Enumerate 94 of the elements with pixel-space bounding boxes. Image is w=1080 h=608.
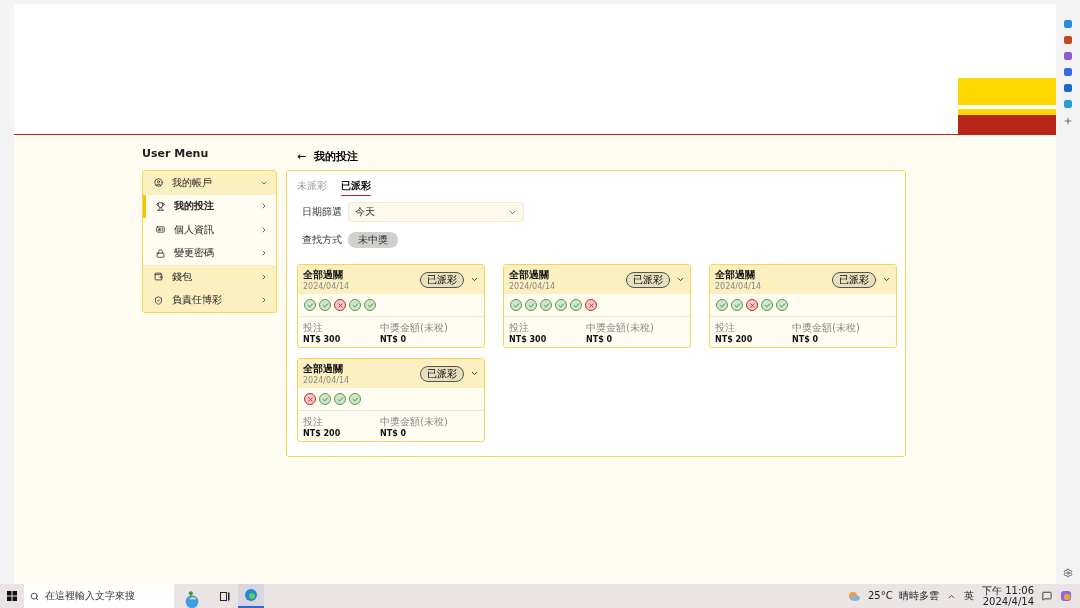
page-title: 我的投注: [314, 148, 359, 164]
bet-title: 全部過關: [509, 268, 550, 282]
win-check-icon: [334, 393, 346, 405]
prize-label: 中獎金額(未稅): [792, 321, 861, 335]
notification-icon[interactable]: [1042, 591, 1052, 601]
win-check-icon: [349, 393, 361, 405]
loss-cross-icon: [746, 299, 758, 311]
chevron-down-icon[interactable]: [470, 275, 479, 284]
bet-title: 全部過關: [715, 268, 756, 282]
chevron-down-icon[interactable]: [470, 369, 479, 378]
win-check-icon: [555, 299, 567, 311]
win-check-icon: [319, 299, 331, 311]
weather-text[interactable]: 25°C 晴時多雲: [867, 589, 939, 603]
chevron-right-icon: [260, 272, 268, 281]
chevron-right-icon: [260, 296, 268, 305]
bet-date: 2024/04/14: [303, 282, 351, 291]
date-select[interactable]: 今天: [348, 202, 524, 222]
prize-amount: NT$ 0: [792, 335, 820, 344]
chevron-down-icon[interactable]: [882, 275, 891, 284]
settings-icon[interactable]: [1063, 568, 1073, 578]
assistant-icon[interactable]: [1060, 590, 1072, 602]
stake-label: 投注: [303, 415, 324, 429]
menu-label: 我的投注: [174, 199, 215, 214]
add-icon[interactable]: [1063, 116, 1073, 126]
weather-icon: [847, 591, 860, 601]
menu-item[interactable]: 我的投注: [143, 194, 276, 218]
stake-amount: NT$ 200: [715, 335, 754, 344]
wallet-icon: [154, 272, 163, 282]
status-badge: 已派彩: [626, 271, 670, 288]
shield-icon: [154, 295, 163, 305]
user-icon: [154, 178, 163, 188]
ime-indicator[interactable]: 英: [964, 589, 974, 603]
clock-time[interactable]: 下午 11:06: [982, 585, 1034, 596]
win-check-icon: [731, 299, 743, 311]
stake-amount: NT$ 300: [303, 335, 342, 344]
menu-label: 我的帳戶: [172, 175, 213, 190]
win-check-icon: [525, 299, 537, 311]
id-card-icon: [156, 225, 165, 235]
clock-date[interactable]: 2024/4/14: [982, 596, 1034, 607]
bet-date: 2024/04/14: [303, 376, 351, 385]
sidebar-title: User Menu: [142, 147, 210, 162]
win-check-icon: [304, 299, 316, 311]
win-check-icon: [510, 299, 522, 311]
win-check-icon: [364, 299, 376, 311]
bet-title: 全部過關: [303, 268, 344, 282]
bet-date: 2024/04/14: [715, 282, 763, 291]
bet-date: 2024/04/14: [509, 282, 557, 291]
menu-label: 變更密碼: [174, 246, 215, 261]
trophy-icon: [156, 201, 165, 211]
filter-chip[interactable]: 未中獎: [348, 232, 398, 248]
prize-label: 中獎金額(未稅): [380, 415, 449, 429]
bet-title: 全部過關: [303, 362, 344, 376]
chevron-right-icon: [260, 249, 268, 258]
chevron-down-icon[interactable]: [676, 275, 685, 284]
stake-label: 投注: [303, 321, 324, 335]
stake-label: 投注: [509, 321, 530, 335]
chevron-right-icon: [260, 225, 268, 234]
lock-icon: [156, 248, 165, 258]
task-view-icon[interactable]: [220, 591, 230, 601]
prize-label: 中獎金額(未稅): [586, 321, 655, 335]
prize-amount: NT$ 0: [380, 335, 408, 344]
status-badge: 已派彩: [832, 271, 876, 288]
win-check-icon: [570, 299, 582, 311]
loss-cross-icon: [334, 299, 346, 311]
win-check-icon: [776, 299, 788, 311]
loss-cross-icon: [585, 299, 597, 311]
prize-amount: NT$ 0: [586, 335, 614, 344]
chevron-right-icon: [260, 202, 268, 211]
status-badge: 已派彩: [420, 271, 464, 288]
win-check-icon: [716, 299, 728, 311]
stake-label: 投注: [715, 321, 736, 335]
menu-label: 負責任博彩: [172, 293, 223, 308]
win-check-icon: [540, 299, 552, 311]
menu-item[interactable]: 個人資訊: [143, 218, 276, 242]
win-check-icon: [349, 299, 361, 311]
win-check-icon: [761, 299, 773, 311]
stake-amount: NT$ 300: [509, 335, 548, 344]
loss-cross-icon: [304, 393, 316, 405]
menu-label: 個人資訊: [174, 222, 215, 237]
prize-amount: NT$ 0: [380, 429, 408, 438]
filter-label: 日期篩選: [302, 205, 342, 219]
windows-start-icon[interactable]: [7, 591, 17, 601]
search-icon: [30, 591, 39, 601]
stake-amount: NT$ 200: [303, 429, 342, 438]
prize-label: 中獎金額(未稅): [380, 321, 449, 335]
taskbar-search-field[interactable]: 在這裡輸入文字來搜: [24, 584, 174, 608]
menu-item[interactable]: 變更密碼: [143, 241, 276, 265]
win-check-icon: [319, 393, 331, 405]
filter-label: 查找方式: [302, 233, 342, 247]
back-arrow[interactable]: ←: [297, 149, 307, 163]
browser-icon[interactable]: [245, 589, 257, 601]
status-badge: 已派彩: [420, 365, 464, 382]
tab[interactable]: 已派彩: [341, 179, 371, 196]
menu-label: 錢包: [172, 269, 193, 284]
